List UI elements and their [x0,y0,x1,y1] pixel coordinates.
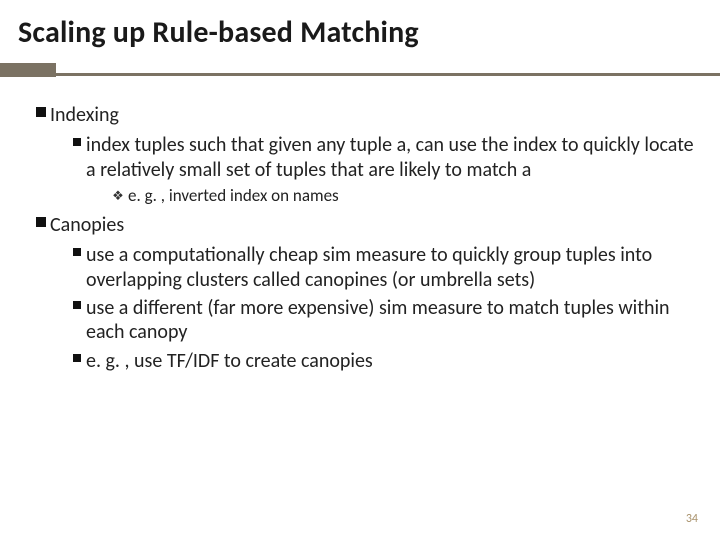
subbullet-text: index tuples such that given any tuple a… [86,133,702,182]
bullet-text: Canopies [50,213,702,237]
bullet-indexing: Indexing [32,103,702,127]
title-rule [0,63,720,77]
bullet-text: Indexing [50,103,702,127]
diamond-bullet-icon: ❖ [108,186,128,207]
square-bullet-icon [68,133,86,182]
subbullet-indexing-1: index tuples such that given any tuple a… [68,133,702,182]
page-number: 34 [686,512,698,526]
subbullet-text: use a different (far more expensive) sim… [86,296,702,345]
subbullet-text: use a computationally cheap sim measure … [86,243,702,292]
square-bullet-icon [32,213,50,237]
square-bullet-icon [68,349,86,373]
detail-indexing-1: ❖ e. g. , inverted index on names [108,186,702,207]
square-bullet-icon [32,103,50,127]
bullet-canopies: Canopies [32,213,702,237]
slide: Scaling up Rule-based Matching Indexing … [0,0,720,540]
square-bullet-icon [68,296,86,345]
slide-title: Scaling up Rule-based Matching [18,14,702,51]
subbullet-canopies-1: use a computationally cheap sim measure … [68,243,702,292]
square-bullet-icon [68,243,86,292]
slide-body: Indexing index tuples such that given an… [18,103,702,373]
subbullet-canopies-3: e. g. , use TF/IDF to create canopies [68,349,702,373]
detail-text: e. g. , inverted index on names [128,186,702,207]
subbullet-text: e. g. , use TF/IDF to create canopies [86,349,702,373]
subbullet-canopies-2: use a different (far more expensive) sim… [68,296,702,345]
